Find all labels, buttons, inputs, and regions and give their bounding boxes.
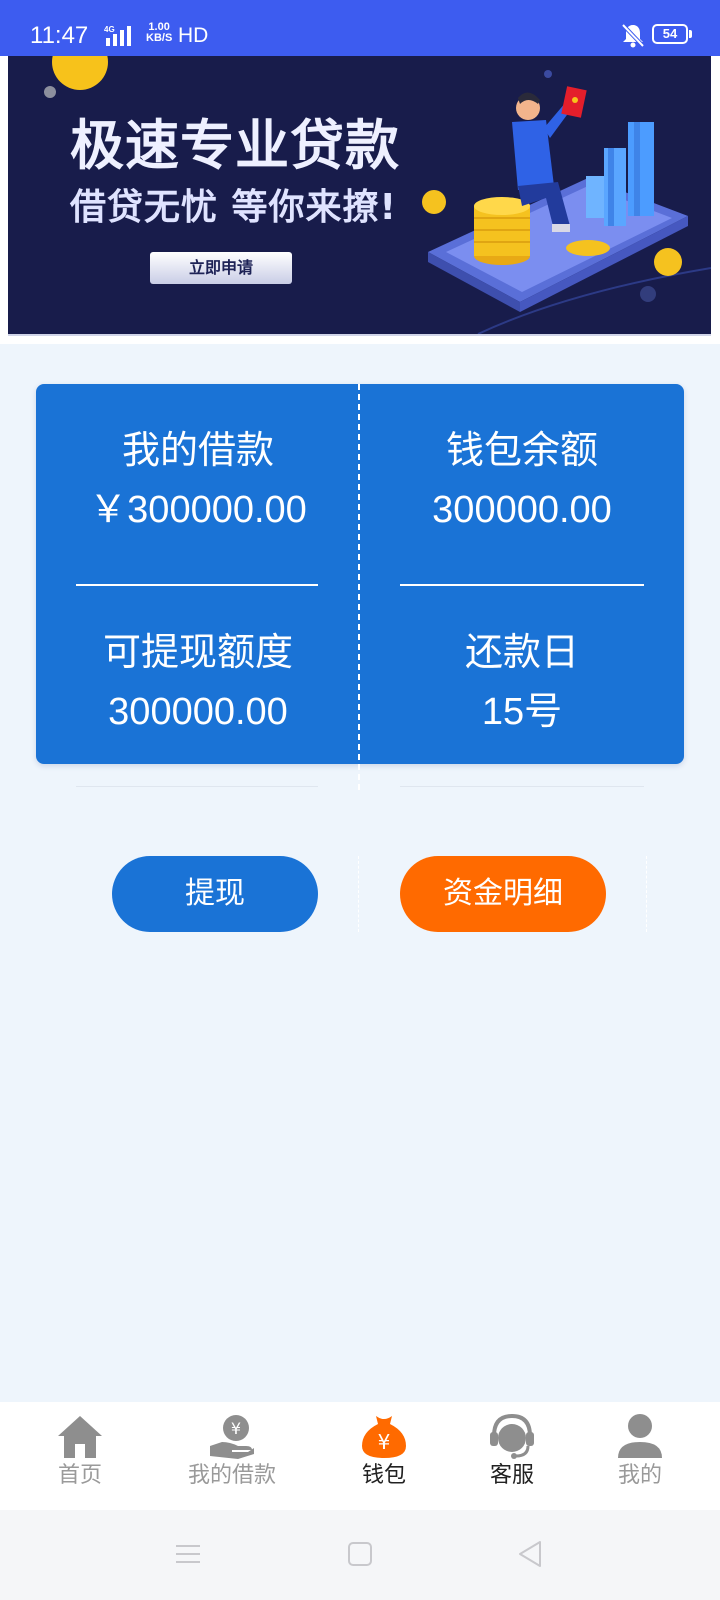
nav-label-customer-service: 客服 [489,1463,534,1488]
hd-indicator: HD [178,24,209,47]
fund-details-button[interactable]: 资金明细 [400,856,606,932]
my-loan-value: ￥300000.00 [89,489,307,531]
menu-icon[interactable] [172,1538,204,1570]
home-icon [58,1416,102,1458]
nav-item-wallet[interactable]: ¥ 钱包 [324,1402,444,1510]
withdraw-button[interactable]: 提现 [112,856,318,932]
nav-item-customer-service[interactable]: 客服 [452,1402,572,1510]
banner-headline: 极速专业贷款 [70,114,400,177]
loan-summary-card: 我的借款 ￥300000.00 钱包余额 300000.00 可提现额度 300… [36,384,684,764]
nav-label-wallet: 钱包 [361,1463,406,1488]
loan-illustration [422,86,688,312]
network-speed-unit: KB/S [146,32,173,44]
withdrawable-amount-label: 可提现额度 [102,630,293,674]
nav-label-me: 我的 [617,1463,662,1488]
nav-item-me[interactable]: 我的 [580,1402,700,1510]
svg-text:¥: ¥ [378,1430,391,1454]
mute-icon [621,23,645,48]
loan-hand-icon: ¥ [210,1415,254,1459]
divider-right [400,584,644,586]
nav-item-my-loans[interactable]: ¥ 我的借款 [172,1402,292,1510]
wallet-balance-value: 300000.00 [432,489,612,531]
divider-left [76,584,318,586]
system-navigation-bar [0,1510,720,1600]
battery-icon: 54 [652,24,692,44]
repayment-day-value: 15号 [481,691,563,733]
nav-label-home: 首页 [57,1463,102,1488]
my-loan-label: 我的借款 [121,428,274,472]
faint-dashed-divider-center [358,856,359,932]
user-icon [618,1414,662,1458]
card-center-divider [358,384,360,790]
status-time: 11:47 [30,22,89,49]
promo-banner[interactable]: 极速专业贷款 借贷无忧 等你来撩! 立即申请 [8,56,711,336]
nav-label-my-loans: 我的借款 [187,1463,276,1488]
faint-divider-right [400,786,644,787]
network-type: 4G [104,25,115,34]
customer-service-icon [490,1413,534,1459]
withdrawable-amount-value: 300000.00 [108,691,288,733]
signal-icon: 4G [104,25,131,46]
status-bar: 11:47 4G 1.00 KB/S HD 54 [0,0,720,56]
repayment-day-label: 还款日 [464,630,579,674]
back-icon[interactable] [514,1538,546,1570]
bottom-navigation: 首页 ¥ 我的借款 ¥ 钱包 客服 我的 [0,1402,720,1510]
banner-container: 极速专业贷款 借贷无忧 等你来撩! 立即申请 [0,56,720,344]
network-speed: 1.00 KB/S [146,22,172,44]
apply-now-button[interactable]: 立即申请 [150,252,292,284]
wallet-bag-icon: ¥ [362,1416,406,1458]
svg-text:¥: ¥ [231,1419,241,1438]
home-square-icon[interactable] [344,1538,376,1570]
wallet-balance-label: 钱包余额 [445,428,598,472]
faint-divider-left [76,786,318,787]
nav-item-home[interactable]: 首页 [20,1402,140,1510]
banner-subline: 借贷无忧 等你来撩! [70,187,397,228]
faint-dashed-divider-right [646,856,647,932]
